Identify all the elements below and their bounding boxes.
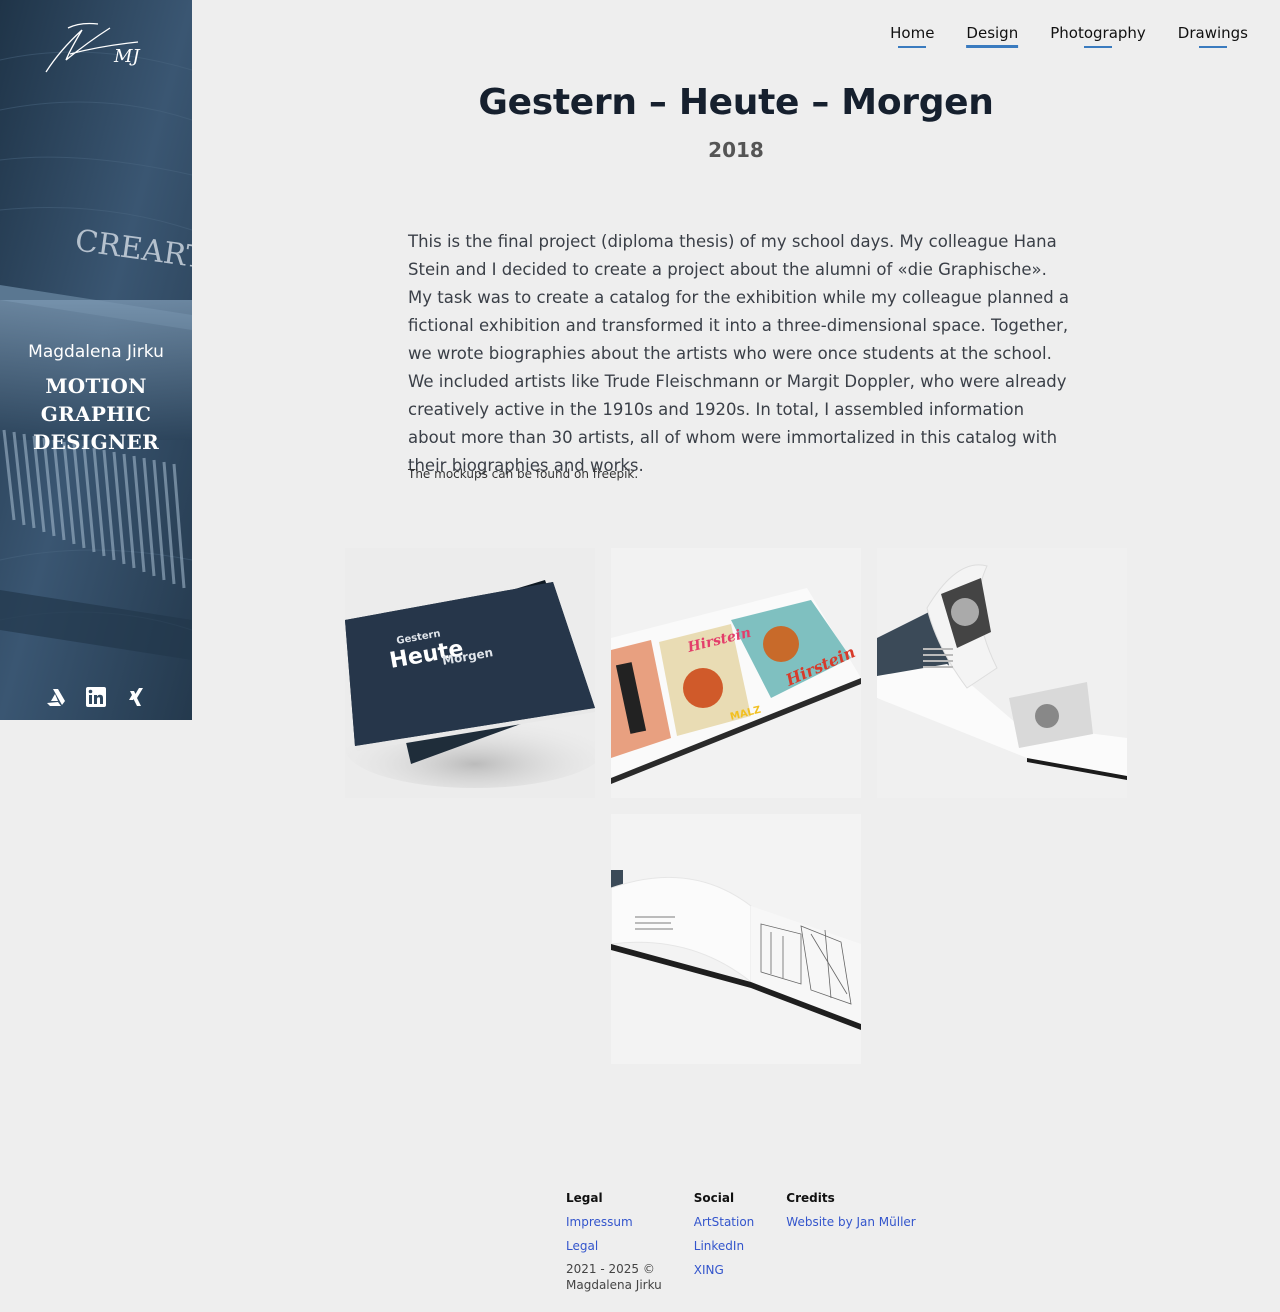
footer-link-impressum[interactable]: Impressum — [566, 1215, 662, 1229]
copyright-owner: Magdalena Jirku — [566, 1278, 662, 1292]
mockup-note: The mockups can be found on freepik. — [408, 467, 639, 481]
footer-link-linkedin[interactable]: LinkedIn — [694, 1239, 755, 1253]
sidebar: CREARTE MJ Magdalena Jirku MOTION GRAPHI… — [0, 0, 192, 720]
sidebar-social-links — [0, 686, 192, 708]
copyright-years: 2021 - 2025 © — [566, 1262, 655, 1276]
xing-icon[interactable] — [126, 686, 146, 708]
footer-credits: Credits Website by Jan Müller — [786, 1191, 915, 1293]
gallery-image-cover[interactable]: Gestern Heute Morgen — [345, 548, 595, 798]
project-description: This is the final project (diploma thesi… — [408, 232, 1070, 475]
footer-legal: Legal Impressum Legal 2021 - 2025 © Magd… — [566, 1191, 662, 1293]
logo-initials: MJ — [113, 46, 141, 67]
footer: Legal Impressum Legal 2021 - 2025 © Magd… — [566, 1191, 916, 1293]
nav-photography[interactable]: Photography — [1050, 24, 1146, 48]
footer-link-legal[interactable]: Legal — [566, 1239, 662, 1253]
nav-drawings[interactable]: Drawings — [1178, 24, 1248, 48]
project-title: Gestern – Heute – Morgen — [478, 82, 994, 123]
project-year: 2018 — [708, 138, 764, 162]
footer-link-artstation[interactable]: ArtStation — [694, 1215, 755, 1229]
main-nav: Home Design Photography Drawings — [890, 24, 1248, 48]
gallery-image-sketches[interactable] — [611, 814, 861, 1064]
footer-credits-heading: Credits — [786, 1191, 835, 1205]
footer-link-credits[interactable]: Website by Jan Müller — [786, 1215, 915, 1229]
artstation-icon[interactable] — [46, 686, 66, 708]
footer-social: Social ArtStation LinkedIn XING — [694, 1191, 755, 1293]
footer-legal-heading: Legal — [566, 1191, 603, 1205]
nav-design[interactable]: Design — [966, 24, 1018, 48]
copyright: 2021 - 2025 © Magdalena Jirku — [566, 1261, 662, 1293]
signature-logo[interactable]: MJ — [40, 20, 150, 80]
footer-link-xing[interactable]: XING — [694, 1263, 755, 1277]
designer-name: Magdalena Jirku — [28, 342, 164, 362]
nav-home[interactable]: Home — [890, 24, 934, 48]
gallery-image-posters[interactable]: Hirstein Hirstein MALZ — [611, 548, 861, 798]
gallery-image-portrait-spread[interactable] — [877, 548, 1127, 798]
designer-role: MOTION GRAPHIC DESIGNER — [32, 374, 159, 454]
footer-social-heading: Social — [693, 1191, 735, 1205]
linkedin-icon[interactable] — [86, 686, 106, 708]
